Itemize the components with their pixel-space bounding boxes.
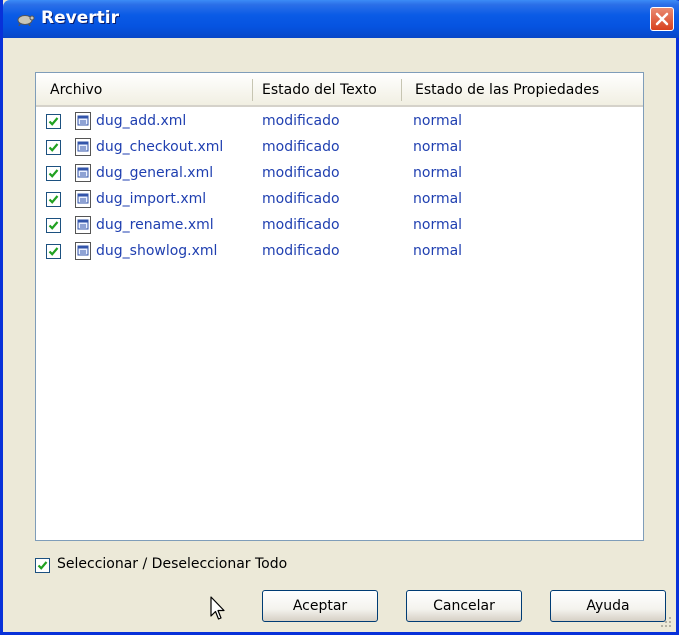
table-row[interactable]: dug_general.xml modificado normal [36,161,643,187]
list-header: Archivo Estado del Texto Estado de las P… [36,73,643,107]
check-icon [48,247,59,256]
file-name: dug_checkout.xml [96,139,224,155]
file-name: dug_showlog.xml [96,243,218,259]
file-list[interactable]: Archivo Estado del Texto Estado de las P… [35,72,644,541]
mouse-cursor-icon [210,596,225,620]
row-checkbox[interactable] [46,114,61,129]
text-status: modificado [262,139,340,155]
file-name: dug_general.xml [96,165,214,181]
text-status: modificado [262,217,340,233]
table-row[interactable]: dug_add.xml modificado normal [36,109,643,135]
table-row[interactable]: dug_checkout.xml modificado normal [36,135,643,161]
column-header-prop-status[interactable]: Estado de las Propiedades [415,82,599,98]
tortoise-icon [17,15,35,26]
row-checkbox[interactable] [46,166,61,181]
table-row[interactable]: dug_rename.xml modificado normal [36,213,643,239]
row-checkbox[interactable] [46,218,61,233]
check-icon [48,117,59,126]
row-checkbox[interactable] [46,140,61,155]
resize-grip-icon[interactable] [660,616,672,628]
title-bar[interactable]: Revertir [3,0,679,38]
text-status: modificado [262,243,340,259]
column-header-file[interactable]: Archivo [50,82,102,98]
property-status: normal [413,113,463,129]
column-separator[interactable] [401,79,402,101]
column-header-text-status[interactable]: Estado del Texto [262,82,377,98]
text-status: modificado [262,191,340,207]
property-status: normal [413,191,463,207]
help-button[interactable]: Ayuda [550,590,666,622]
check-icon [37,561,48,570]
file-name: dug_import.xml [96,191,207,207]
check-icon [48,221,59,230]
check-icon [48,195,59,204]
property-status: normal [413,139,463,155]
table-row[interactable]: dug_showlog.xml modificado normal [36,239,643,265]
property-status: normal [413,217,463,233]
table-row[interactable]: dug_import.xml modificado normal [36,187,643,213]
text-status: modificado [262,113,340,129]
close-icon [655,12,669,26]
xml-file-icon [75,138,91,156]
file-name: dug_rename.xml [96,217,214,233]
row-checkbox[interactable] [46,244,61,259]
xml-file-icon [75,216,91,234]
xml-file-icon [75,112,91,130]
property-status: normal [413,243,463,259]
xml-file-icon [75,164,91,182]
checkbox[interactable] [35,558,50,573]
column-separator[interactable] [252,79,253,101]
check-icon [48,169,59,178]
property-status: normal [413,165,463,181]
row-checkbox[interactable] [46,192,61,207]
check-icon [48,143,59,152]
file-name: dug_add.xml [96,113,187,129]
cancel-button[interactable]: Cancelar [406,590,522,622]
close-button[interactable] [650,7,674,31]
xml-file-icon [75,242,91,260]
revert-dialog: Revertir Archivo Estado del Texto Estado… [0,0,679,635]
select-all-label: Seleccionar / Deseleccionar Todo [57,556,288,572]
text-status: modificado [262,165,340,181]
window-title: Revertir [41,8,119,28]
xml-file-icon [75,190,91,208]
ok-button[interactable]: Aceptar [262,590,378,622]
